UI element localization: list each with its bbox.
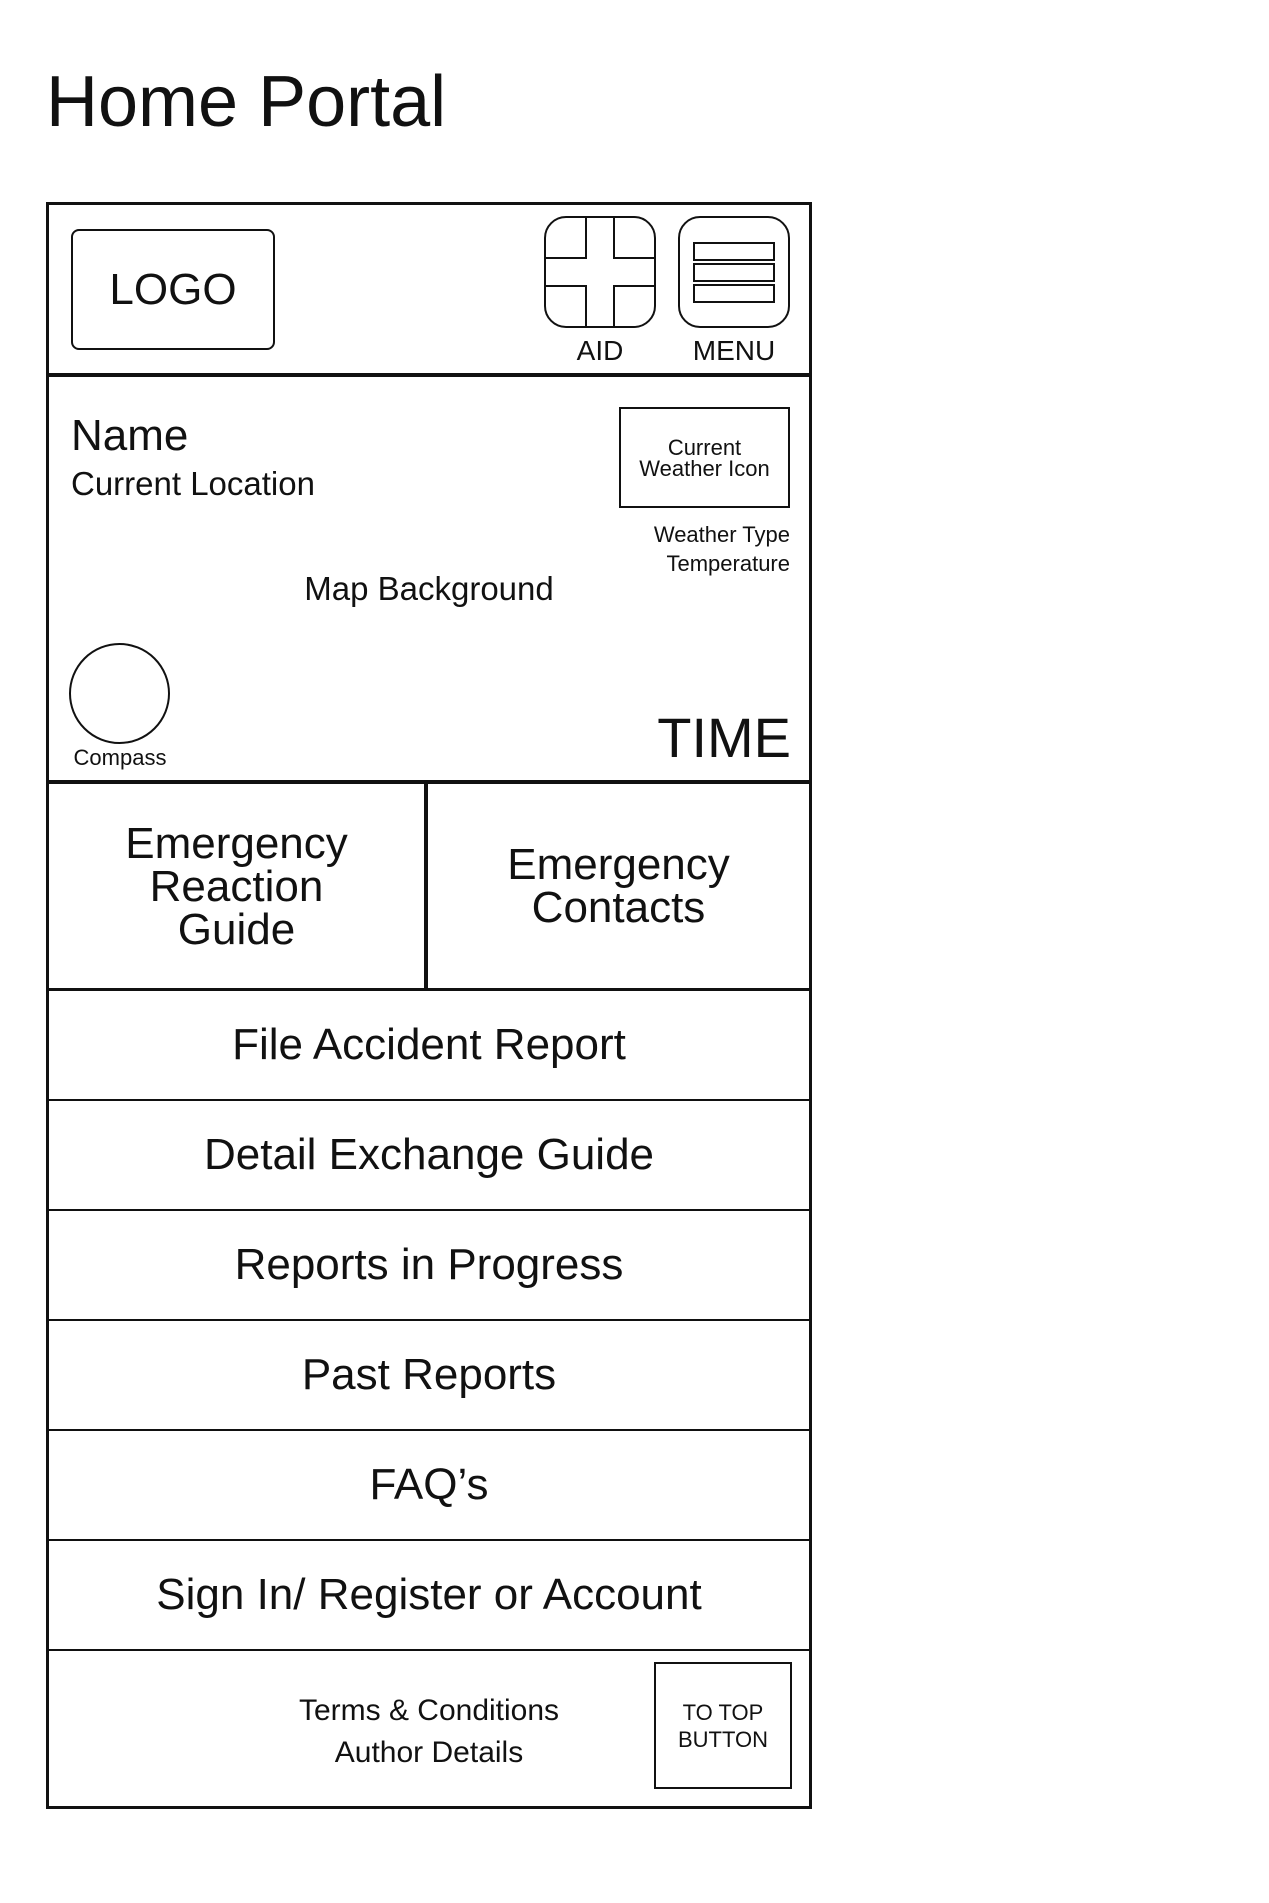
- weather-icon: Current Weather Icon: [619, 407, 790, 508]
- time-display: TIME: [657, 706, 791, 769]
- main-menu-list: File Accident Report Detail Exchange Gui…: [49, 991, 809, 1651]
- weather-type: Weather Type: [653, 522, 790, 547]
- page-title: Home Portal: [46, 62, 447, 142]
- faqs-button[interactable]: FAQ’s: [49, 1431, 809, 1541]
- map-panel[interactable]: Name Current Location Current Weather Ic…: [49, 377, 809, 784]
- emergency-contacts-button[interactable]: Emergency Contacts: [428, 784, 809, 988]
- app-header: LOGO AID MENU: [49, 205, 809, 377]
- quick-action-label: Emergency Reaction Guide: [125, 818, 348, 954]
- reports-in-progress-button[interactable]: Reports in Progress: [49, 1211, 809, 1321]
- menu-button[interactable]: [678, 216, 790, 328]
- to-top-label: TO TOP BUTTON: [677, 1699, 769, 1752]
- to-top-button[interactable]: TO TOP BUTTON: [654, 1662, 792, 1789]
- mobile-app-frame: LOGO AID MENU Name Current Location Curr…: [46, 202, 812, 1809]
- sign-in-register-button[interactable]: Sign In/ Register or Account: [49, 1541, 809, 1651]
- detail-exchange-guide-button[interactable]: Detail Exchange Guide: [49, 1101, 809, 1211]
- compass-icon[interactable]: [69, 643, 170, 744]
- map-background-label: Map Background: [304, 570, 554, 607]
- logo[interactable]: LOGO: [71, 229, 275, 350]
- hamburger-icon: [693, 242, 775, 303]
- emergency-reaction-guide-button[interactable]: Emergency Reaction Guide: [49, 784, 428, 988]
- footer: Terms & Conditions Author Details TO TOP…: [49, 1651, 809, 1806]
- quick-actions: Emergency Reaction Guide Emergency Conta…: [49, 784, 809, 991]
- past-reports-button[interactable]: Past Reports: [49, 1321, 809, 1431]
- quick-action-label: Emergency Contacts: [507, 840, 730, 932]
- aid-button[interactable]: [544, 216, 656, 328]
- file-accident-report-button[interactable]: File Accident Report: [49, 991, 809, 1101]
- menu-label: MENU: [692, 335, 776, 366]
- weather-icon-label: Current Weather Icon: [639, 434, 770, 481]
- cross-icon: [546, 218, 654, 326]
- compass-label: Compass: [73, 745, 167, 770]
- aid-label: AID: [576, 335, 624, 366]
- current-location: Current Location: [71, 465, 315, 502]
- user-name: Name: [71, 411, 189, 460]
